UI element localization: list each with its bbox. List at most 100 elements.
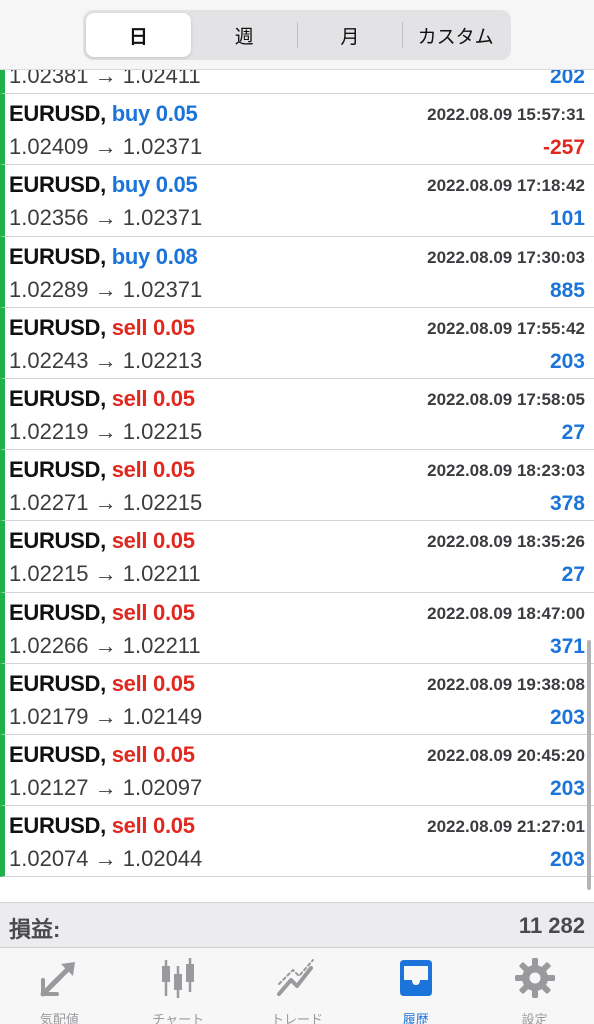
trade-row[interactable]: EURUSD, sell 0.05 2022.08.09 17:55:42 1.02… [0,307,594,379]
candlestick-chart-icon [156,956,200,1005]
trade-time: 2022.08.09 17:58:05 [427,389,585,409]
trade-symbol: EURUSD, buy 0.05 [9,101,198,127]
symbol-text: EURUSD, [9,528,106,554]
tab-label: トレード [270,1012,323,1024]
tab-bar: 気配値 チャート トレード 履歴 設定 [0,948,594,1024]
trade-profit: 203 [549,349,585,373]
tab-label: 設定 [521,1012,548,1024]
period-segmented-control: 日 週 月 カスタム [83,10,511,60]
trade-symbol: EURUSD, sell 0.05 [9,315,195,341]
trade-row[interactable]: EURUSD, sell 0.05 2022.08.09 21:27:01 1.02… [0,806,594,878]
symbol-text: EURUSD, [9,599,106,625]
trade-chart-icon [275,956,319,1005]
trade-prices: 1.02271 → 1.02215 [9,490,203,516]
trade-side-lot: sell 0.05 [111,813,195,839]
tab-trade[interactable]: トレード [238,948,357,1024]
trade-history-list[interactable]: EURUSD, buy 0.052022.08.09 15:51:021.023… [0,47,594,902]
symbol-text: EURUSD, [9,385,106,411]
trade-row[interactable]: EURUSD, sell 0.05 2022.08.09 20:45:20 1.02… [0,734,594,807]
trade-row[interactable]: EURUSD, sell 0.05 2022.08.09 18:23:03 1.02… [0,450,594,522]
symbol-text: EURUSD, [9,813,106,839]
trade-side-lot: buy 0.08 [111,243,198,269]
tab-chart[interactable]: チャート [119,948,238,1024]
symbol-text: EURUSD, [9,670,106,696]
trade-time: 2022.08.09 18:35:26 [427,532,585,552]
trade-side-lot: sell 0.05 [111,385,195,411]
tab-label: 履歴 [402,1012,429,1024]
segment-custom[interactable]: カスタム [403,13,508,57]
symbol-text: EURUSD, [9,172,106,198]
trade-row[interactable]: EURUSD, buy 0.05 2022.08.09 17:18:42 1.023… [0,165,594,237]
trade-symbol: EURUSD, sell 0.05 [9,600,195,626]
trade-symbol: EURUSD, sell 0.05 [9,528,195,554]
gear-icon [513,956,557,1005]
trade-profit: 27 [561,420,585,444]
trade-prices: 1.02215 → 1.02211 [9,561,201,587]
trade-profit: -257 [542,136,585,160]
trade-time: 2022.08.09 18:47:00 [427,603,585,623]
trade-time: 2022.08.09 21:27:01 [427,817,585,837]
trade-side-lot: sell 0.05 [111,599,195,625]
trade-time: 2022.08.09 17:55:42 [427,318,585,338]
trade-time: 2022.08.09 19:38:08 [427,674,585,694]
trade-symbol: EURUSD, sell 0.05 [9,813,195,839]
trade-side-lot: buy 0.05 [111,101,198,127]
trade-side-lot: buy 0.05 [111,172,198,198]
trade-time: 2022.08.09 15:57:31 [427,105,585,125]
symbol-text: EURUSD, [9,457,106,483]
history-inbox-icon [394,956,438,1005]
trade-profit: 885 [549,278,585,302]
tab-label: チャート [152,1012,205,1024]
symbol-text: EURUSD, [9,101,106,127]
profit-summary: 損益: 11 282 [0,902,594,948]
trade-time: 2022.08.09 17:18:42 [427,176,585,196]
trade-prices: 1.02356 → 1.02371 [9,205,203,231]
trade-symbol: EURUSD, sell 0.05 [9,742,195,768]
quotes-arrows-icon [37,956,81,1005]
symbol-text: EURUSD, [9,741,106,767]
period-header: 日 週 月 カスタム [0,0,594,70]
trade-time: 2022.08.09 18:23:03 [427,461,585,481]
symbol-text: EURUSD, [9,243,106,269]
trade-profit: 378 [549,492,585,516]
trade-side-lot: sell 0.05 [111,528,195,554]
trade-symbol: EURUSD, buy 0.05 [9,172,198,198]
trade-prices: 1.02179 → 1.02149 [9,703,203,729]
trade-profit: 203 [549,848,585,872]
trade-side-lot: sell 0.05 [111,670,195,696]
trade-prices: 1.02243 → 1.02213 [9,347,203,373]
symbol-text: EURUSD, [9,314,106,340]
trade-time: 2022.08.09 20:45:20 [427,745,585,765]
tab-history[interactable]: 履歴 [356,948,475,1024]
trade-profit: 101 [549,207,585,231]
trade-side-lot: sell 0.05 [111,741,195,767]
trade-prices: 1.02289 → 1.02371 [9,276,203,302]
scrollbar[interactable] [587,640,591,890]
trade-symbol: EURUSD, buy 0.08 [9,243,198,270]
trade-profit: 203 [549,705,585,729]
trade-time: 2022.08.09 17:30:03 [427,247,585,267]
history-screen: EURUSD, buy 0.052022.08.09 15:51:021.023… [0,0,594,1024]
trade-row[interactable]: EURUSD, buy 0.05 2022.08.09 15:57:31 1.024… [0,94,594,166]
tab-quotes[interactable]: 気配値 [0,948,119,1024]
profit-total: 11 282 [518,913,585,938]
segment-month[interactable]: 月 [298,13,403,57]
tab-settings[interactable]: 設定 [475,948,594,1024]
trade-prices: 1.02219 → 1.02215 [9,418,203,444]
trade-row[interactable]: EURUSD, buy 0.08 2022.08.09 17:30:03 1.022… [0,236,594,308]
trade-row[interactable]: EURUSD, sell 0.05 2022.08.09 17:58:05 1.02… [0,378,594,451]
trade-profit: 371 [549,634,585,658]
profit-label: 損益: [9,917,61,942]
tab-label: 気配値 [39,1012,79,1024]
trade-symbol: EURUSD, sell 0.05 [9,386,195,412]
trade-row[interactable]: EURUSD, sell 0.05 2022.08.09 18:35:26 1.02… [0,521,594,593]
trade-prices: 1.02266 → 1.02211 [9,632,201,658]
trade-row[interactable]: EURUSD, sell 0.05 2022.08.09 19:38:08 1.02… [0,663,594,735]
segment-week[interactable]: 週 [192,13,297,57]
trade-row[interactable]: EURUSD, sell 0.05 2022.08.09 18:47:00 1.02… [0,592,594,664]
trade-symbol: EURUSD, sell 0.05 [9,457,195,483]
trade-side-lot: sell 0.05 [111,314,195,340]
segment-day[interactable]: 日 [86,13,191,57]
trade-profit: 27 [561,563,585,587]
trade-prices: 1.02127 → 1.02097 [9,774,203,800]
